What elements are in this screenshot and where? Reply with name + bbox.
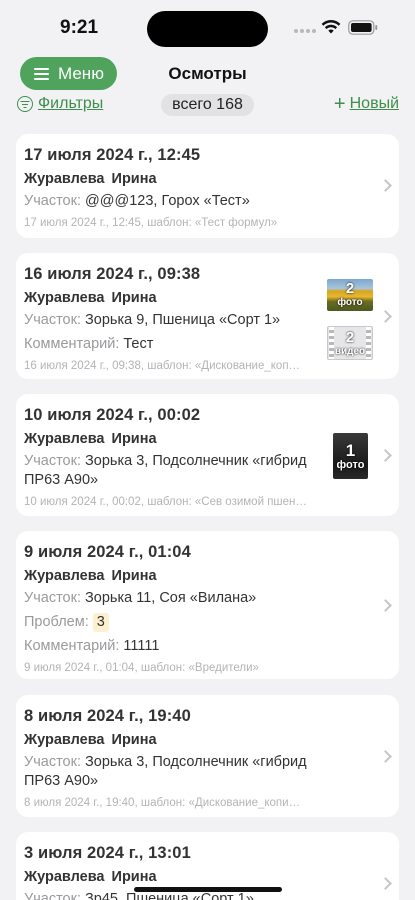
cellular-signal-icon xyxy=(294,29,316,33)
photo-thumbnail[interactable]: 1 фото xyxy=(333,433,368,479)
photo-count: 2 xyxy=(345,280,355,297)
card-title: 10 июля 2024 г., 00:02 xyxy=(24,406,201,424)
filter-row: Фильтры всего 168 + Новый xyxy=(0,93,415,117)
page-title: Осмотры xyxy=(168,64,247,83)
card-meta: 9 июля 2024 г., 01:04, шаблон: «Вредител… xyxy=(24,662,259,674)
card-plot: Участок: Зорька 3, Подсолнечник «гибрид … xyxy=(24,754,307,789)
card-author: Журавлева Ирина xyxy=(24,869,157,885)
card-title: 9 июля 2024 г., 01:04 xyxy=(24,543,191,561)
card-title: 8 июля 2024 г., 19:40 xyxy=(24,707,191,725)
plus-icon: + xyxy=(333,93,346,115)
wifi-icon xyxy=(321,20,341,34)
card-author: Журавлева Ирина xyxy=(24,568,157,584)
inspection-card[interactable]: 9 июля 2024 г., 01:04 Журавлева Ирина Уч… xyxy=(16,531,399,679)
card-title: 17 июля 2024 г., 12:45 xyxy=(24,146,201,164)
home-indicator[interactable] xyxy=(134,887,282,892)
card-meta: 17 июля 2024 г., 12:45, шаблон: «Тест фо… xyxy=(24,217,278,229)
inspection-card[interactable]: 10 июля 2024 г., 00:02 Журавлева Ирина У… xyxy=(16,394,399,516)
card-comment: Комментарий: 11111 xyxy=(24,638,160,654)
photo-count: 1 xyxy=(345,441,356,460)
total-count-badge: всего 168 xyxy=(161,94,254,116)
video-label: видео xyxy=(334,346,366,357)
card-meta: 10 июля 2024 г., 00:02, шаблон: «Сев ози… xyxy=(24,496,307,508)
new-label: Новый xyxy=(349,95,399,112)
filter-icon xyxy=(17,96,33,112)
card-plot: Участок: Зорька 11, Соя «Вилана» xyxy=(24,590,257,606)
photo-label: фото xyxy=(337,297,363,308)
battery-icon xyxy=(348,20,378,35)
card-meta: 16 июля 2024 г., 09:38, шаблон: «Дискова… xyxy=(24,360,301,372)
card-plot: Участок: @@@123, Горох «Тест» xyxy=(24,193,250,209)
photo-label: фото xyxy=(336,459,365,471)
inspection-card[interactable]: 8 июля 2024 г., 19:40 Журавлева Ирина Уч… xyxy=(16,695,399,817)
card-meta: 8 июля 2024 г., 19:40, шаблон: «Дискован… xyxy=(24,797,301,809)
inspection-card[interactable]: 16 июля 2024 г., 09:38 Журавлева Ирина У… xyxy=(16,253,399,379)
chevron-right-icon xyxy=(379,750,392,763)
problem-count-badge: 3 xyxy=(92,613,109,632)
chevron-right-icon xyxy=(379,449,392,462)
filters-label: Фильтры xyxy=(38,95,104,112)
video-count: 2 xyxy=(345,329,355,346)
new-inspection-link[interactable]: + Новый xyxy=(333,93,399,115)
card-author: Журавлева Ирина xyxy=(24,732,157,748)
status-time: 9:21 xyxy=(60,17,99,38)
card-author: Журавлева Ирина xyxy=(24,171,157,187)
card-plot: Участок: Зорька 3, Подсолнечник «гибрид … xyxy=(24,453,307,488)
dynamic-island xyxy=(147,11,268,47)
status-bar: 9:21 xyxy=(0,0,415,56)
inspection-card[interactable]: 17 июля 2024 г., 12:45 Журавлева Ирина У… xyxy=(16,134,399,238)
photo-thumbnail[interactable]: 2 фото xyxy=(327,279,373,311)
filters-link[interactable]: Фильтры xyxy=(17,95,103,113)
card-problems: Проблем: 3 xyxy=(24,613,391,632)
card-title: 3 июля 2024 г., 13:01 xyxy=(24,844,191,862)
video-thumbnail[interactable]: 2 видео xyxy=(327,326,373,360)
